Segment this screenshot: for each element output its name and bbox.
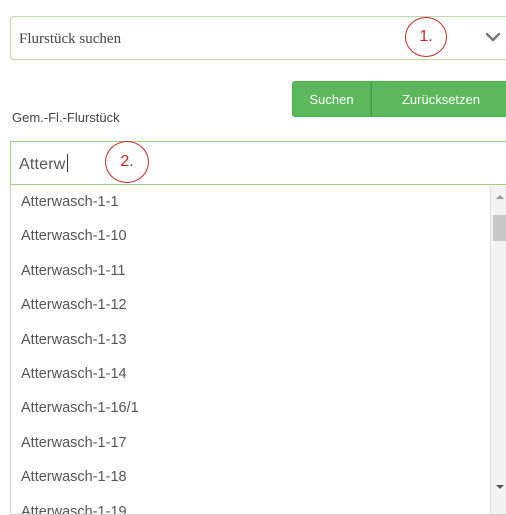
list-item[interactable]: Atterwasch-1-18: [11, 460, 489, 494]
annotation-marker-2: 2.: [105, 141, 149, 183]
annotation-marker-1: 1.: [405, 17, 447, 57]
flurstueck-input[interactable]: Atterw: [10, 141, 506, 185]
list-item[interactable]: Atterwasch-1-14: [11, 357, 489, 391]
list-item[interactable]: Atterwasch-1-17: [11, 426, 489, 460]
scroll-down-icon[interactable]: [495, 482, 505, 492]
list-item[interactable]: Atterwasch-1-13: [11, 323, 489, 357]
list-item[interactable]: Atterwasch-1-16/1: [11, 391, 489, 425]
scrollbar-thumb[interactable]: [493, 215, 506, 241]
chevron-down-icon[interactable]: [483, 27, 503, 47]
field-label: Gem.-Fl.-Flurstück: [12, 110, 120, 125]
reset-button[interactable]: Zurücksetzen: [371, 81, 506, 117]
list-item[interactable]: Atterwasch-1-12: [11, 288, 489, 322]
scroll-up-icon[interactable]: [495, 192, 505, 202]
list-item[interactable]: Atterwasch-1-10: [11, 219, 489, 253]
list-item[interactable]: Atterwasch-1-19: [11, 495, 489, 514]
list-item[interactable]: Atterwasch-1-11: [11, 254, 489, 288]
suggestion-list: Atterwasch-1-1 Atterwasch-1-10 Atterwasc…: [11, 185, 489, 514]
search-button[interactable]: Suchen: [292, 81, 371, 117]
input-value: Atterw: [19, 154, 68, 173]
text-caret: [66, 154, 68, 172]
list-item[interactable]: Atterwasch-1-1: [11, 185, 489, 219]
autocomplete-dropdown[interactable]: Atterwasch-1-1 Atterwasch-1-10 Atterwasc…: [10, 185, 506, 515]
select-placeholder: Flurstück suchen: [19, 31, 122, 47]
dropdown-scrollbar[interactable]: [490, 185, 506, 514]
